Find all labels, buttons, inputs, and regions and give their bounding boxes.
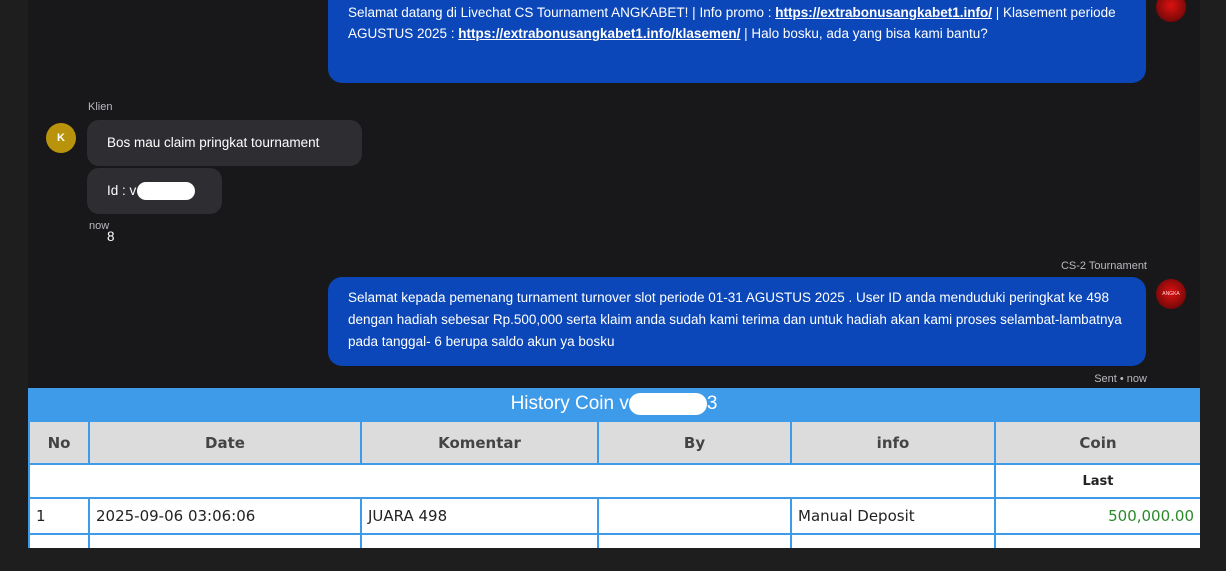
agent-reply-text: Selamat kepada pemenang turnament turnov… xyxy=(348,290,1122,349)
redaction-mark xyxy=(628,392,707,415)
cell-date: 2025-09-06 03:06:06 xyxy=(88,497,362,535)
table-header-row: No Date Komentar By info Coin xyxy=(28,420,1200,465)
client-timestamp: now xyxy=(89,220,110,232)
client-label: Klien xyxy=(88,101,113,113)
client-initial: K xyxy=(57,132,65,144)
welcome-text-3: | Halo bosku, ada yang bisa kami bantu? xyxy=(740,26,988,41)
column-header-coin: Coin xyxy=(994,420,1200,465)
agent-avatar-top xyxy=(1156,0,1186,22)
table-row xyxy=(28,533,1200,548)
history-title-prefix: History Coin v xyxy=(510,393,629,414)
history-table: No Date Komentar By info Coin Last 1 202… xyxy=(28,420,1200,548)
history-coin-panel: History Coin v 3 No Date Komentar By info… xyxy=(28,388,1200,548)
column-header-by: By xyxy=(597,420,792,465)
client-message-1-text: Bos mau claim pringkat tournament xyxy=(107,135,320,150)
cell-info: Manual Deposit xyxy=(790,497,996,535)
column-header-no: No xyxy=(28,420,90,465)
promo-link[interactable]: https://extrabonusangkabet1.info/ xyxy=(775,5,992,20)
cell-by xyxy=(597,497,792,535)
client-message-2: Id : v8 xyxy=(87,168,222,244)
table-row: 1 2025-09-06 03:06:06 JUARA 498 Manual D… xyxy=(28,497,1200,535)
agent-name: CS-2 Tournament xyxy=(1060,260,1147,272)
chat-window: Selamat datang di Livechat CS Tournament… xyxy=(28,0,1200,388)
client-avatar: K xyxy=(46,123,76,153)
last-row-spacer xyxy=(28,463,996,499)
history-title: History Coin v 3 xyxy=(28,388,1200,420)
column-header-komentar: Komentar xyxy=(360,420,599,465)
klasemen-link[interactable]: https://extrabonusangkabet1.info/klaseme… xyxy=(458,26,740,41)
history-title-suffix: 3 xyxy=(706,393,718,414)
agent-avatar: ANGKA xyxy=(1156,279,1186,309)
redaction-mark xyxy=(137,182,196,201)
last-row: Last xyxy=(28,463,1200,499)
agent-welcome-message: Selamat datang di Livechat CS Tournament… xyxy=(328,0,1146,83)
agent-reply-message: Selamat kepada pemenang turnament turnov… xyxy=(328,277,1146,366)
client-message-1: Bos mau claim pringkat tournament xyxy=(87,120,362,166)
client-id-prefix: Id : v xyxy=(107,183,137,198)
column-header-date: Date xyxy=(88,420,362,465)
message-status: Sent • now xyxy=(1094,373,1147,385)
cell-coin: 500,000.00 xyxy=(994,497,1200,535)
cell-no: 1 xyxy=(28,497,90,535)
column-header-info: info xyxy=(790,420,996,465)
welcome-text-1: Selamat datang di Livechat CS Tournament… xyxy=(348,5,776,20)
last-label: Last xyxy=(994,463,1200,499)
cell-komentar: JUARA 498 xyxy=(360,497,599,535)
